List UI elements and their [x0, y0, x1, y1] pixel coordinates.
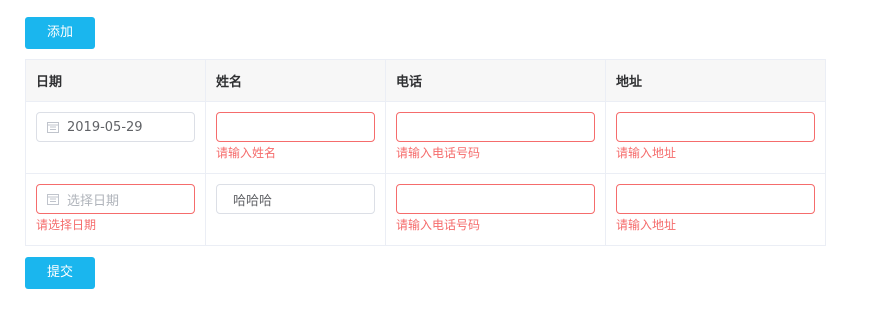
name-cell: 请输入姓名	[205, 101, 386, 174]
name-input[interactable]	[216, 112, 375, 142]
address-input[interactable]	[616, 184, 815, 214]
name-value: 哈哈哈	[233, 193, 273, 209]
table-row: 2019-05-29 请输入姓名 请输入电话号码 请输入地址	[25, 101, 826, 174]
date-value: 2019-05-29	[67, 119, 143, 135]
address-error: 请输入地址	[616, 146, 677, 160]
add-button[interactable]: 添加	[25, 17, 95, 49]
date-placeholder: 选择日期	[67, 193, 120, 209]
name-error: 请输入姓名	[216, 146, 277, 160]
data-table: 日期 姓名 电话 地址 2019-05-29 请输入姓名 请输入电话号码 请输入…	[25, 59, 826, 246]
date-cell: 2019-05-29	[25, 101, 206, 174]
table-header-row: 日期 姓名 电话 地址	[25, 59, 826, 102]
table-row: 选择日期 请选择日期 哈哈哈 请输入电话号码 请输入地址	[25, 173, 826, 246]
phone-cell: 请输入电话号码	[385, 101, 606, 174]
calendar-icon	[47, 194, 59, 205]
date-error: 请选择日期	[36, 218, 97, 232]
name-cell: 哈哈哈	[205, 173, 386, 246]
phone-error: 请输入电话号码	[396, 146, 481, 160]
date-cell: 选择日期 请选择日期	[25, 173, 206, 246]
date-picker[interactable]: 2019-05-29	[36, 112, 195, 142]
phone-input[interactable]	[396, 184, 595, 214]
address-cell: 请输入地址	[605, 101, 826, 174]
header-date: 日期	[25, 59, 206, 102]
name-input[interactable]: 哈哈哈	[216, 184, 375, 214]
header-address: 地址	[605, 59, 826, 102]
submit-button[interactable]: 提交	[25, 257, 95, 289]
phone-input[interactable]	[396, 112, 595, 142]
address-cell: 请输入地址	[605, 173, 826, 246]
header-name: 姓名	[205, 59, 386, 102]
date-picker[interactable]: 选择日期	[36, 184, 195, 214]
address-input[interactable]	[616, 112, 815, 142]
header-phone: 电话	[385, 59, 606, 102]
phone-cell: 请输入电话号码	[385, 173, 606, 246]
address-error: 请输入地址	[616, 218, 677, 232]
phone-error: 请输入电话号码	[396, 218, 481, 232]
calendar-icon	[47, 122, 59, 133]
